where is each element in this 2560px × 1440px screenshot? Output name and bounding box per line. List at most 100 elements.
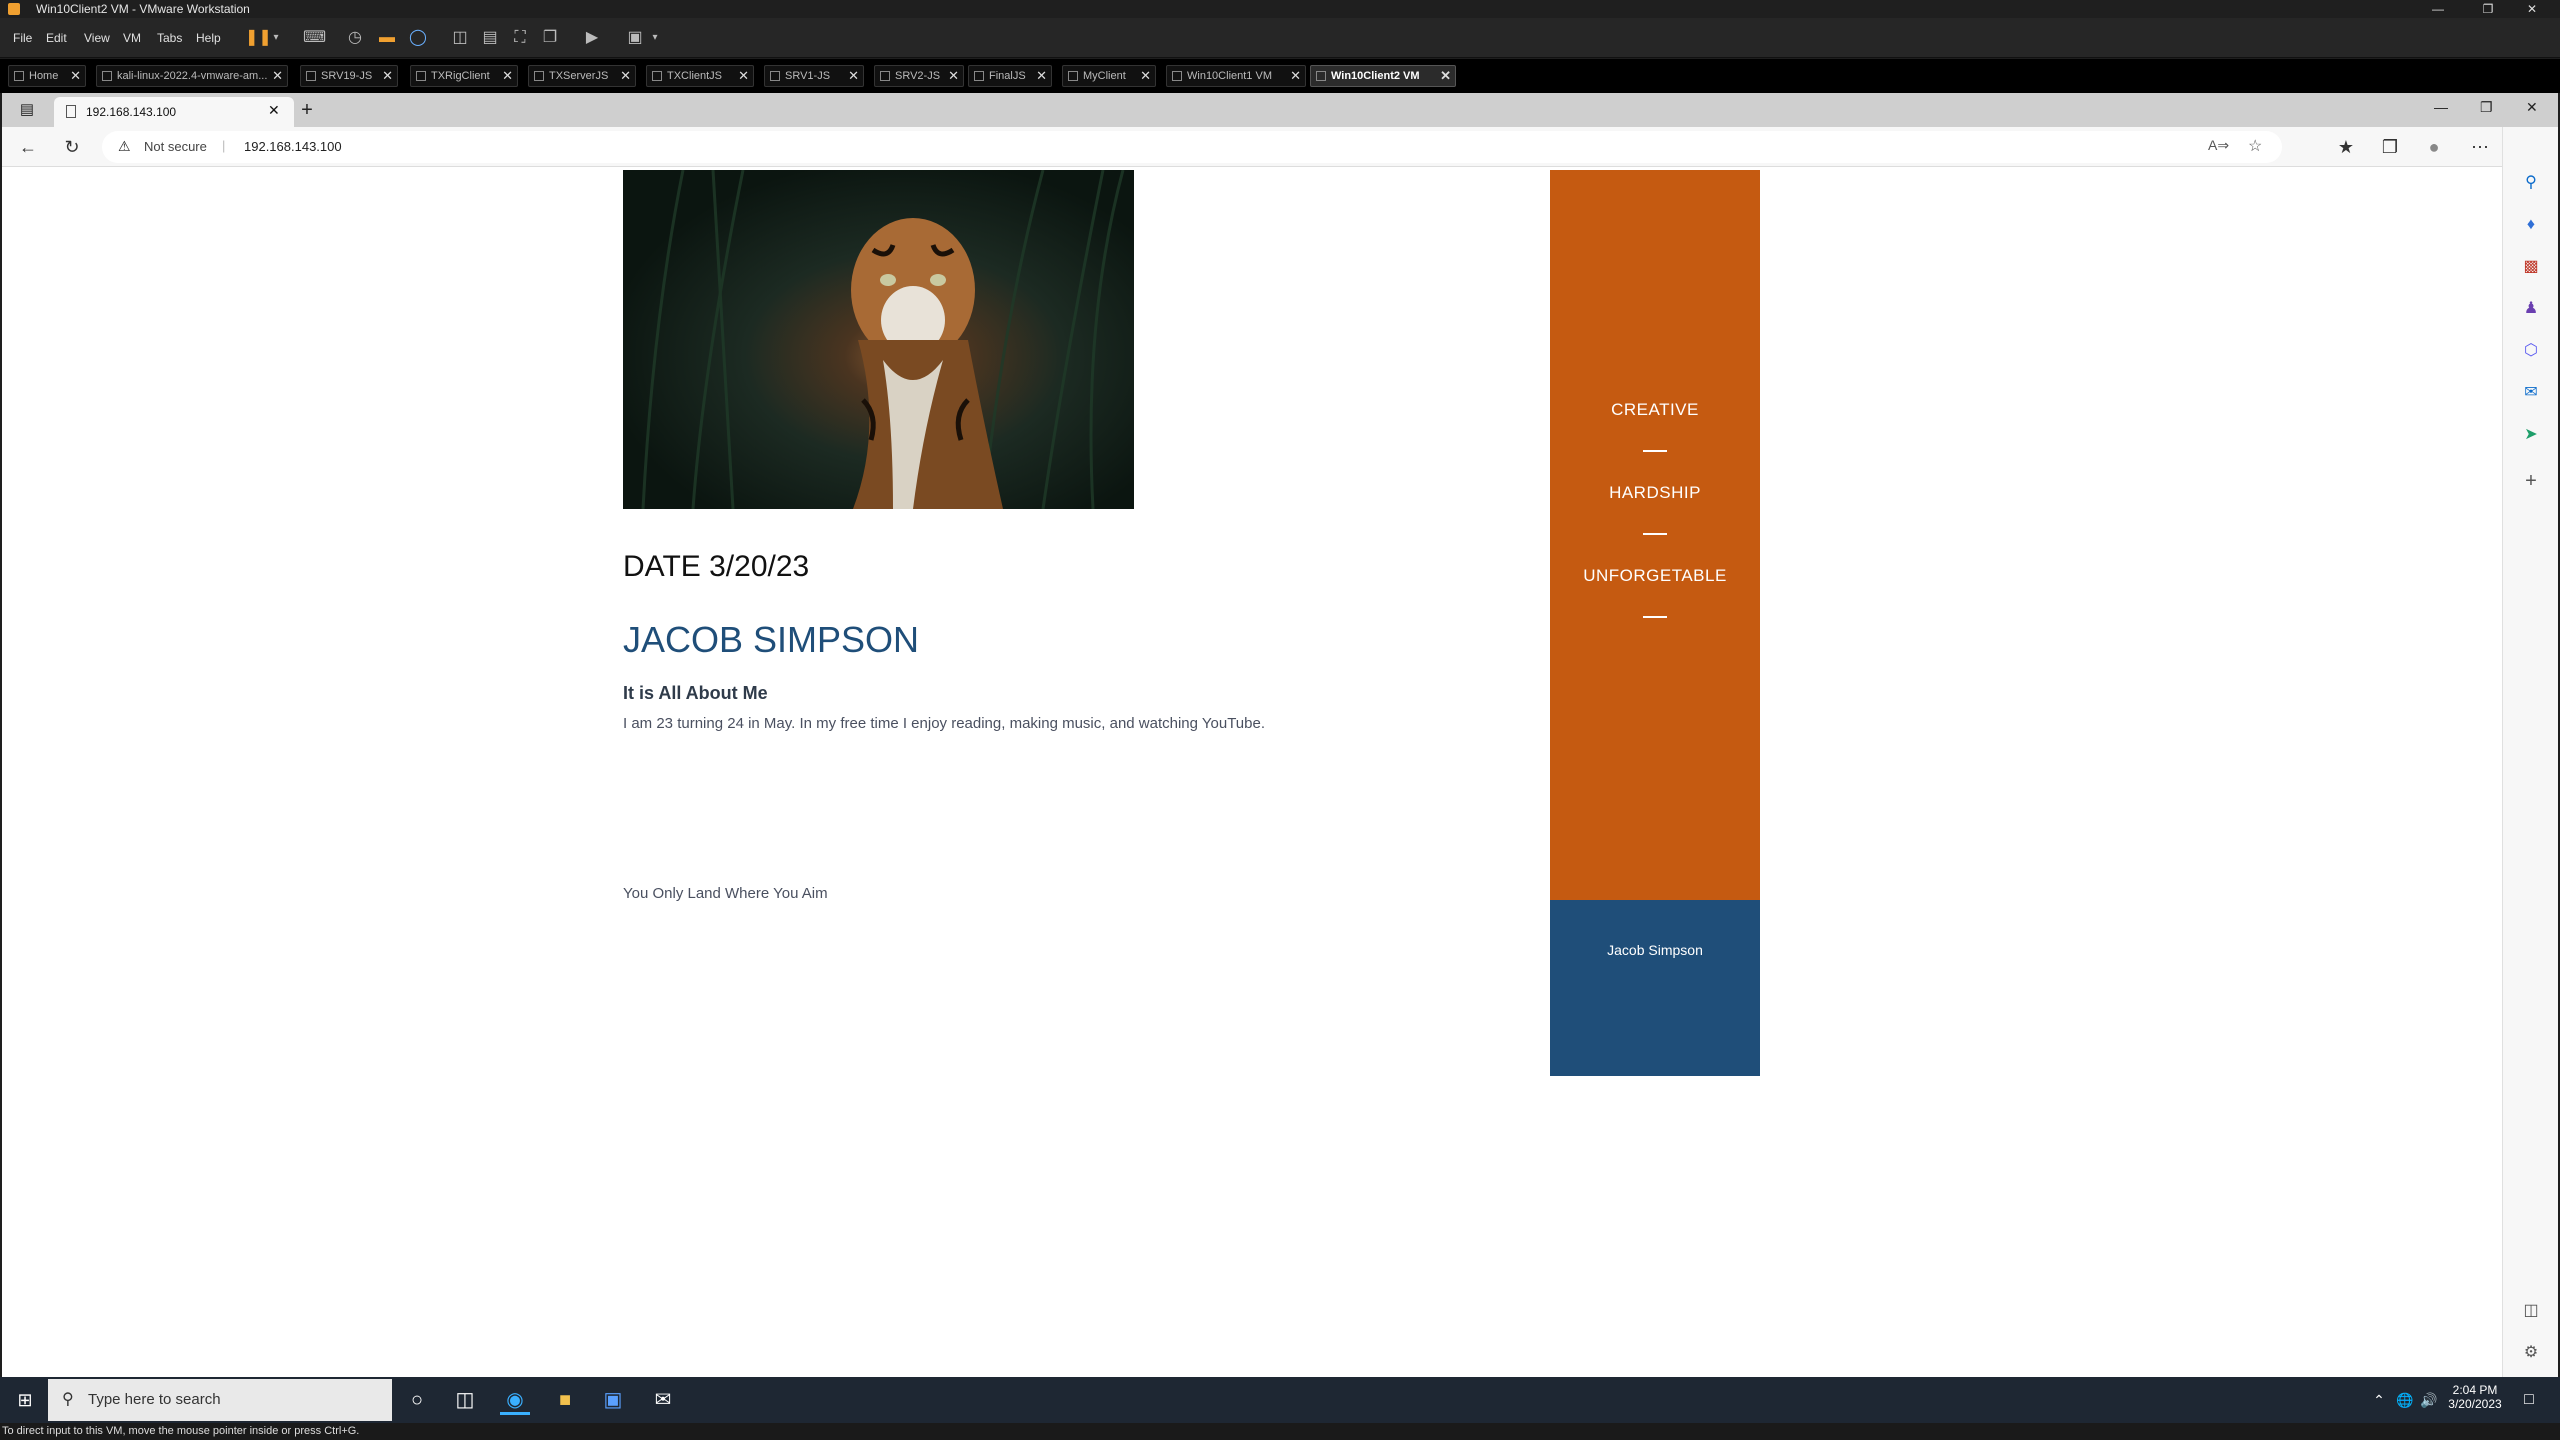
minimize-icon[interactable]: — xyxy=(2416,0,2460,18)
close-icon[interactable]: ✕ xyxy=(2510,0,2554,18)
close-tab-icon[interactable]: ✕ xyxy=(1290,66,1301,86)
vm-tab-txclientjs[interactable]: TXClientJS ✕ xyxy=(646,65,754,87)
vm-tab-srv19[interactable]: SRV19-JS ✕ xyxy=(300,65,398,87)
page-name-heading: JACOB SIMPSON xyxy=(623,619,920,660)
close-tab-icon[interactable]: ✕ xyxy=(502,66,513,86)
settings-icon[interactable]: ⚙ xyxy=(2517,1339,2545,1367)
menu-view[interactable]: View xyxy=(84,31,110,45)
stretch-icon[interactable]: ▣ xyxy=(625,28,645,48)
menu-help[interactable]: Help xyxy=(196,31,221,45)
close-tab-icon[interactable]: ✕ xyxy=(848,66,859,86)
vm-tab-label: kali-linux-2022.4-vmware-am... xyxy=(117,70,268,82)
close-tab-icon[interactable]: ✕ xyxy=(382,66,393,86)
close-tab-icon[interactable]: ✕ xyxy=(272,66,283,86)
address-bar[interactable]: ⚠ Not secure | 192.168.143.100 A⇒ ☆ xyxy=(102,131,2282,163)
close-icon[interactable]: ✕ xyxy=(268,102,280,119)
revert-snapshot-icon[interactable]: ▬ xyxy=(377,28,397,48)
sidebar-toggle-icon[interactable]: ◫ xyxy=(2517,1297,2545,1325)
snapshot-icon[interactable]: ◷ xyxy=(345,28,365,48)
vm-icon xyxy=(306,71,316,81)
back-icon[interactable]: ← xyxy=(16,135,40,159)
favorites-icon[interactable]: ★ xyxy=(2334,135,2358,159)
menu-tabs[interactable]: Tabs xyxy=(157,31,182,45)
vm-tab-win10client2[interactable]: Win10Client2 VM ✕ xyxy=(1310,65,1456,87)
shopping-icon[interactable]: ♦ xyxy=(2517,211,2545,239)
menu-edit[interactable]: Edit xyxy=(46,31,67,45)
taskbar-search[interactable]: ⚲ Type here to search xyxy=(48,1379,392,1421)
restore-icon[interactable]: ❐ xyxy=(2466,0,2510,18)
vm-tab-label: TXRigClient xyxy=(431,70,490,82)
close-tab-icon[interactable]: ✕ xyxy=(70,66,81,86)
vm-icon xyxy=(1316,71,1326,81)
profile-icon[interactable]: ● xyxy=(2422,135,2446,159)
office-icon[interactable]: ⬡ xyxy=(2517,337,2545,365)
drop-icon[interactable]: ➤ xyxy=(2517,421,2545,449)
mail-icon[interactable]: ✉ xyxy=(648,1385,678,1415)
close-icon[interactable]: ✕ xyxy=(2526,99,2538,116)
menu-file[interactable]: File xyxy=(13,31,32,45)
read-aloud-icon[interactable]: A⇒ xyxy=(2208,137,2229,154)
vm-tab-kali[interactable]: kali-linux-2022.4-vmware-am... ✕ xyxy=(96,65,288,87)
outlook-icon[interactable]: ✉ xyxy=(2517,379,2545,407)
more-options-icon[interactable]: ⋯ xyxy=(2468,135,2492,159)
security-label[interactable]: Not secure xyxy=(144,139,207,154)
thumbnail-icon[interactable]: ▤ xyxy=(480,28,500,48)
start-icon[interactable]: ⊞ xyxy=(10,1385,40,1415)
task-view-icon[interactable]: ◫ xyxy=(450,1385,480,1415)
vm-tab-txrigclient[interactable]: TXRigClient ✕ xyxy=(410,65,518,87)
vm-icon xyxy=(1068,71,1078,81)
snapshot-manager-icon[interactable]: ◯ xyxy=(408,28,428,48)
send-keys-icon[interactable]: ⌨ xyxy=(303,28,326,48)
pause-icon[interactable]: ❚❚ xyxy=(245,28,272,48)
unity-icon[interactable]: ❐ xyxy=(540,28,560,48)
orange-sidebar-panel: CREATIVE HARDSHIP UNFORGETABLE xyxy=(1550,170,1760,900)
vm-tab-finaljs[interactable]: FinalJS ✕ xyxy=(968,65,1052,87)
add-icon[interactable]: + xyxy=(2517,467,2545,495)
close-tab-icon[interactable]: ✕ xyxy=(948,66,959,86)
console-icon[interactable]: ▶ xyxy=(582,28,602,48)
cortana-icon[interactable]: ○ xyxy=(402,1385,432,1415)
close-tab-icon[interactable]: ✕ xyxy=(620,66,631,86)
close-tab-icon[interactable]: ✕ xyxy=(1440,66,1451,86)
tools-icon[interactable]: ▩ xyxy=(2517,253,2545,281)
add-favorite-icon[interactable]: ☆ xyxy=(2248,136,2262,156)
separator: | xyxy=(222,138,226,153)
browser-tab[interactable]: 192.168.143.100 ✕ xyxy=(54,97,294,127)
vmware-status-bar: To direct input to this VM, move the mou… xyxy=(0,1423,2560,1440)
minimize-icon[interactable]: — xyxy=(2434,99,2448,115)
vm-tab-home[interactable]: Home ✕ xyxy=(8,65,86,87)
vm-tab-label: SRV2-JS xyxy=(895,70,941,82)
url-text[interactable]: 192.168.143.100 xyxy=(244,139,342,154)
notification-icon[interactable]: □ xyxy=(2514,1385,2544,1415)
close-tab-icon[interactable]: ✕ xyxy=(1140,66,1151,86)
vm-tab-srv1[interactable]: SRV1-JS ✕ xyxy=(764,65,864,87)
tab-actions-icon[interactable]: ▤ xyxy=(16,99,38,121)
clock-date: 3/20/2023 xyxy=(2448,1397,2502,1411)
close-tab-icon[interactable]: ✕ xyxy=(738,66,749,86)
vm-tab-label: TXClientJS xyxy=(667,70,723,82)
new-tab-icon[interactable]: + xyxy=(296,99,318,121)
restore-icon[interactable]: ❐ xyxy=(2480,99,2493,116)
dropdown-icon[interactable]: ▾ xyxy=(266,28,286,48)
fullscreen-icon[interactable]: ⛶ xyxy=(510,28,530,48)
vm-icon xyxy=(770,71,780,81)
vmware-title-bar: Win10Client2 VM - VMware Workstation — ❐… xyxy=(0,0,2560,18)
vm-tab-myclient[interactable]: MyClient ✕ xyxy=(1062,65,1156,87)
menu-vm[interactable]: VM xyxy=(123,31,141,45)
file-explorer-icon[interactable]: ■ xyxy=(550,1385,580,1415)
store-icon[interactable]: ▣ xyxy=(598,1385,628,1415)
stretch-dropdown-icon[interactable]: ▾ xyxy=(645,28,665,48)
refresh-icon[interactable]: ↻ xyxy=(60,135,84,159)
vm-tab-srv2[interactable]: SRV2-JS ✕ xyxy=(874,65,964,87)
clock[interactable]: 2:04 PM 3/20/2023 xyxy=(2440,1383,2510,1411)
games-icon[interactable]: ♟ xyxy=(2517,295,2545,323)
vm-tab-label: Home xyxy=(29,70,59,82)
search-icon[interactable]: ⚲ xyxy=(2517,169,2545,197)
collections-icon[interactable]: ❐ xyxy=(2378,135,2402,159)
close-tab-icon[interactable]: ✕ xyxy=(1036,66,1047,86)
edge-icon[interactable]: ◉ xyxy=(500,1385,530,1415)
vm-tab-txserverjs[interactable]: TXServerJS ✕ xyxy=(528,65,636,87)
vm-tab-win10client1[interactable]: Win10Client1 VM ✕ xyxy=(1166,65,1306,87)
vm-icon xyxy=(1172,71,1182,81)
library-icon[interactable]: ◫ xyxy=(450,28,470,48)
